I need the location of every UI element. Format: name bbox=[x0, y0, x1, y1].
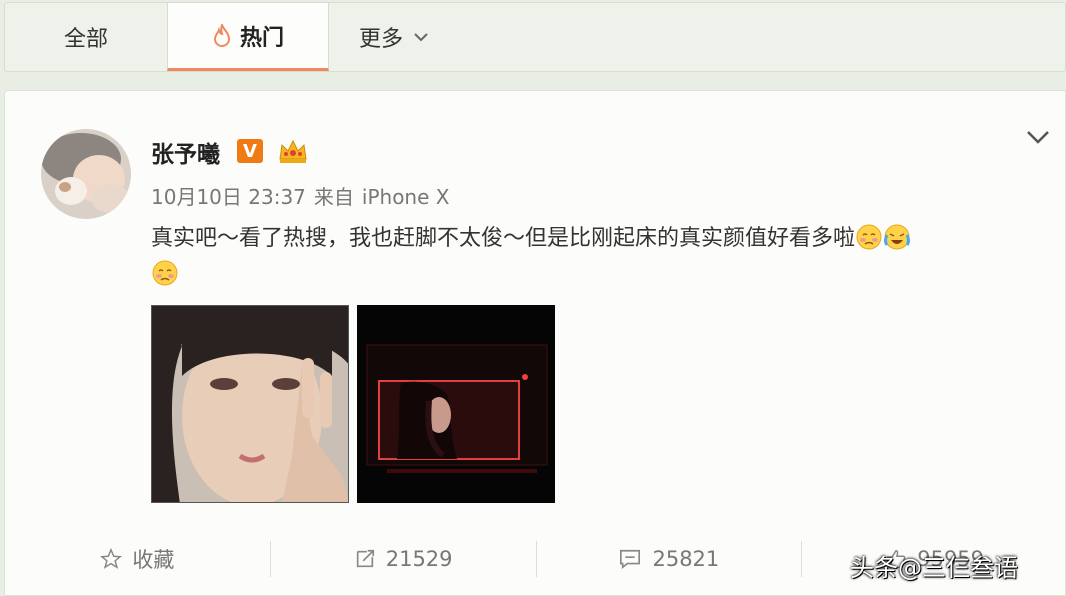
crown-icon bbox=[277, 137, 309, 165]
repost-count: 21529 bbox=[385, 547, 453, 571]
repost-button[interactable]: 21529 bbox=[271, 539, 536, 579]
tab-all-label: 全部 bbox=[63, 27, 108, 52]
flame-icon bbox=[212, 23, 232, 48]
weibo-post-card: 张予曦 V 10月10日 23:37 来自 iPhone X 真实吧～看了热搜，我也… bbox=[4, 90, 1066, 596]
watermark: 头条@三仨叁语 bbox=[850, 554, 1018, 582]
tab-more-label: 更多 bbox=[358, 27, 403, 52]
avatar[interactable] bbox=[41, 129, 131, 219]
comment-button[interactable]: 25821 bbox=[537, 539, 802, 579]
tab-bar: 全部 热门 更多 bbox=[4, 2, 1066, 72]
repost-icon bbox=[356, 549, 374, 568]
post-device[interactable]: iPhone X bbox=[362, 185, 450, 209]
shy-face-emoji-icon bbox=[855, 223, 883, 251]
comment-icon bbox=[620, 549, 641, 569]
laughing-crying-emoji-icon bbox=[883, 223, 911, 251]
tab-more[interactable]: 更多 bbox=[329, 3, 459, 71]
post-image-selfie[interactable] bbox=[151, 305, 349, 503]
favorite-button[interactable]: 收藏 bbox=[5, 539, 270, 579]
comment-count: 25821 bbox=[652, 547, 720, 571]
shy-face-emoji-icon bbox=[151, 259, 179, 287]
tab-hot[interactable]: 热门 bbox=[167, 3, 329, 71]
post-date[interactable]: 10月10日 23:37 bbox=[151, 185, 306, 209]
tab-all[interactable]: 全部 bbox=[5, 3, 167, 71]
post-text-main: 真实吧～看了热搜，我也赶脚不太俊～但是比刚起床的真实颜值好看多啦 bbox=[151, 226, 856, 251]
post-meta: 10月10日 23:37 来自 iPhone X bbox=[151, 181, 449, 210]
tab-hot-label: 热门 bbox=[239, 25, 284, 51]
post-from-label: 来自 bbox=[313, 185, 354, 209]
collapse-chevron-icon[interactable] bbox=[1025, 127, 1051, 147]
username[interactable]: 张予曦 bbox=[151, 135, 220, 169]
chevron-down-icon bbox=[413, 32, 429, 42]
post-text: 真实吧～看了热搜，我也赶脚不太俊～但是比刚起床的真实颜值好看多啦 bbox=[151, 221, 1031, 293]
verified-badge: V bbox=[237, 139, 263, 163]
post-image-monitor[interactable] bbox=[357, 305, 555, 503]
star-icon bbox=[100, 548, 123, 569]
favorite-label: 收藏 bbox=[132, 548, 175, 572]
